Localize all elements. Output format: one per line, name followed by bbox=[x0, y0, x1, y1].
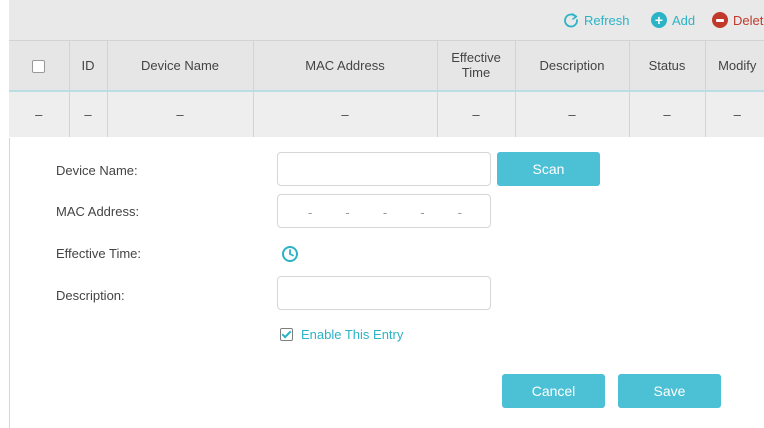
refresh-button[interactable]: Refresh bbox=[563, 10, 630, 30]
col-header-mac-address: MAC Address bbox=[253, 40, 438, 91]
cell-checkbox: – bbox=[9, 90, 70, 137]
mac-separator: - bbox=[308, 204, 313, 220]
col-header-status: Status bbox=[629, 40, 706, 91]
plus-circle-icon: + bbox=[651, 12, 667, 28]
effective-time-line1: Effective bbox=[451, 50, 501, 66]
enable-entry-checkbox[interactable]: Enable This Entry bbox=[280, 327, 403, 342]
description-label: Description: bbox=[56, 288, 125, 303]
effective-time-line2: Time bbox=[461, 65, 491, 81]
access-control-panel: Refresh + Add Delete ID Device Name bbox=[0, 0, 764, 428]
mac-address-label: MAC Address: bbox=[56, 204, 140, 219]
cell-device-name: – bbox=[107, 90, 254, 137]
effective-time-label: Effective Time: bbox=[56, 246, 142, 261]
mac-address-separators: - - - - - bbox=[278, 195, 492, 229]
add-label: Add bbox=[672, 12, 696, 28]
add-button[interactable]: + Add bbox=[651, 10, 695, 30]
minus-circle-icon bbox=[712, 12, 728, 28]
mac-separator: - bbox=[420, 204, 425, 220]
cell-modify: – bbox=[733, 106, 741, 122]
save-button[interactable]: Save bbox=[618, 374, 721, 408]
cell-description: – bbox=[515, 90, 630, 137]
mac-separator: - bbox=[382, 204, 388, 220]
refresh-label: Refresh bbox=[584, 12, 630, 28]
cancel-button[interactable]: Cancel bbox=[502, 374, 605, 408]
refresh-icon bbox=[564, 13, 578, 28]
select-all-cell[interactable] bbox=[9, 40, 70, 91]
clock-icon[interactable] bbox=[281, 245, 299, 263]
device-table: ID Device Name MAC Address Effective Tim… bbox=[9, 40, 764, 137]
col-header-modify: Modify bbox=[718, 57, 757, 73]
cell-id: – bbox=[69, 90, 108, 137]
checkbox-checked-icon bbox=[280, 328, 293, 341]
mac-address-input[interactable]: - - - - - bbox=[277, 194, 491, 228]
scan-button[interactable]: Scan bbox=[497, 152, 600, 186]
description-input[interactable] bbox=[277, 276, 491, 310]
table-row: – – – – – – – – bbox=[9, 90, 764, 137]
enable-entry-label: Enable This Entry bbox=[301, 327, 404, 342]
col-header-id: ID bbox=[69, 40, 108, 91]
col-header-effective-time: Effective Time bbox=[437, 40, 516, 91]
select-all-checkbox[interactable] bbox=[32, 59, 46, 73]
device-name-input[interactable] bbox=[277, 152, 491, 186]
mac-separator: - bbox=[457, 204, 462, 220]
mac-separator: - bbox=[345, 204, 350, 220]
col-header-description: Description bbox=[515, 40, 630, 91]
panel-left-border bbox=[9, 138, 10, 428]
delete-button[interactable]: Delete bbox=[712, 10, 764, 30]
table-header-row: ID Device Name MAC Address Effective Tim… bbox=[9, 40, 764, 91]
cell-status: – bbox=[629, 90, 706, 137]
cell-mac-address: – bbox=[253, 90, 438, 137]
delete-label: Delete bbox=[733, 12, 764, 28]
table-toolbar: Refresh + Add Delete bbox=[9, 0, 764, 40]
cell-effective-time: – bbox=[437, 90, 516, 137]
device-name-label: Device Name: bbox=[56, 163, 138, 178]
col-header-device-name: Device Name bbox=[107, 40, 254, 91]
